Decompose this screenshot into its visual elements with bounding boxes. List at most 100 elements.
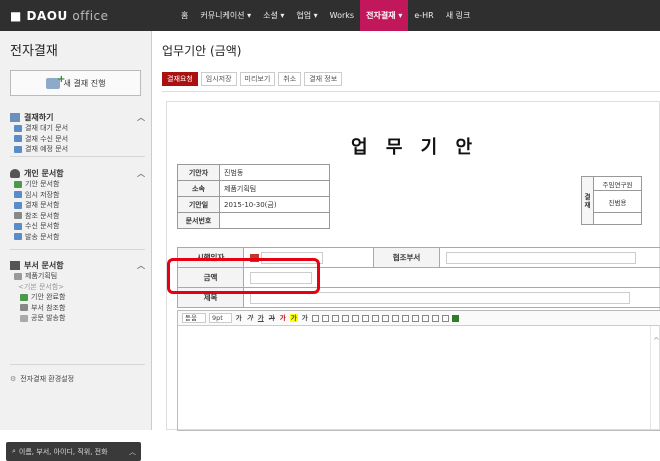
top-navigation: 홈 커뮤니케이션 ▾ 소셜 ▾ 협업 ▾ Works 전자결재 ▾ e-HR 새… [175, 0, 476, 31]
document-icon [14, 233, 22, 240]
drafter-label: 기안자 [178, 165, 220, 181]
chevron-up-icon[interactable]: ︿ [137, 260, 145, 271]
outdent-icon[interactable] [382, 315, 389, 322]
doc-number-value [220, 213, 330, 229]
topnav-home[interactable]: 홈 [175, 0, 194, 31]
topnav-approval[interactable]: 전자결재 ▾ [360, 0, 408, 31]
sidebar-item[interactable]: 부서 참조함 [10, 303, 145, 314]
sidebar-item[interactable]: 기안 완료함 [10, 292, 145, 303]
save-draft-button[interactable]: 임시저장 [201, 72, 237, 86]
preview-button[interactable]: 미리보기 [240, 72, 276, 86]
approval-line-table: 결재주임연구원 진범용 [581, 176, 642, 225]
sidebar-item[interactable]: 참조 문서함 [10, 211, 145, 222]
topnav-ehr[interactable]: e-HR [408, 0, 439, 31]
document-icon [14, 146, 22, 153]
section-approve: 결재하기︿ 결재 대기 문서 결재 수신 문서 결재 예정 문서 [10, 111, 145, 155]
special-char-icon[interactable] [422, 315, 429, 322]
sidebar-item[interactable]: 결재 예정 문서 [10, 144, 145, 155]
main-content: 업무기안 (금액) 결재요청 임시저장 미리보기 취소 결재 정보 업 무 기 … [152, 31, 660, 430]
organization-icon [10, 261, 20, 270]
document-icon [14, 181, 22, 188]
document-icon [14, 191, 22, 198]
strikethrough-button[interactable]: 가 [268, 314, 276, 322]
drafter-info-table: 기안자진범동 소속제품기획팀 기안일2015-10-30(금) 문서번호 [177, 164, 330, 229]
sidebar-item[interactable]: 결재 대기 문서 [10, 123, 145, 134]
sidebar-item[interactable]: 결재 수신 문서 [10, 134, 145, 145]
underline-button[interactable]: 가 [257, 314, 265, 322]
person-icon [10, 169, 20, 178]
clear-format-button[interactable]: 가 [301, 314, 309, 322]
document-icon [14, 135, 22, 142]
section-approve-header[interactable]: 결재하기︿ [10, 111, 145, 123]
approval-info-button[interactable]: 결재 정보 [304, 72, 342, 86]
daou-office-logo[interactable]: ■ DAOU office [10, 9, 109, 23]
bold-button[interactable]: 가 [235, 314, 243, 322]
align-left-icon[interactable] [312, 315, 319, 322]
font-color-button[interactable]: 가 [279, 314, 287, 322]
draft-date-label: 기안일 [178, 197, 220, 213]
sidebar-title: 전자결재 [10, 40, 58, 59]
chevron-up-icon[interactable]: ︿ [129, 447, 136, 457]
document-toolbar: 결재요청 임시저장 미리보기 취소 결재 정보 [162, 72, 342, 86]
org-search-bar[interactable]: ⌕이름, 부서, 아이디, 직위, 전화︿ [6, 442, 141, 461]
sidebar-item[interactable]: 수신 문서함 [10, 221, 145, 232]
drafter-value: 진범동 [220, 165, 330, 181]
new-approval-button[interactable]: 새 결재 진행 [10, 70, 141, 96]
highlight-color-button[interactable]: 가 [290, 314, 298, 322]
image-icon[interactable] [452, 315, 459, 322]
chevron-up-icon[interactable]: ︿ [137, 112, 145, 123]
ordered-list-icon[interactable] [362, 315, 369, 322]
italic-button[interactable]: 가 [246, 314, 254, 322]
topnav-communication[interactable]: 커뮤니케이션 ▾ [194, 0, 257, 31]
font-family-select[interactable]: 돋움 [182, 313, 206, 323]
approval-side-label: 결재 [582, 177, 594, 225]
approver-role: 주임연구원 [594, 177, 642, 191]
editor-scrollbar[interactable] [650, 326, 660, 430]
section-personal-header[interactable]: 개인 문서함︿ [10, 167, 145, 179]
indent-icon[interactable] [392, 315, 399, 322]
cancel-button[interactable]: 취소 [278, 72, 301, 86]
approver-name[interactable]: 진범용 [594, 191, 642, 213]
topnav-social[interactable]: 소셜 ▾ [257, 0, 290, 31]
sidebar-item[interactable]: 발송 문서함 [10, 232, 145, 243]
align-justify-icon[interactable] [342, 315, 349, 322]
document-icon [14, 223, 22, 230]
search-icon[interactable] [442, 315, 449, 322]
unordered-list-icon[interactable] [372, 315, 379, 322]
document-icon [20, 315, 28, 322]
align-center-icon[interactable] [322, 315, 329, 322]
sidebar-dept[interactable]: 제품기획팀 [10, 271, 145, 282]
editor-toolbar: 돋움 9pt 가 가 가 가 가 가 가 [178, 311, 660, 326]
quote-icon[interactable] [402, 315, 409, 322]
divider [10, 156, 145, 157]
sidebar-item[interactable]: 기안 문서함 [10, 179, 145, 190]
section-department: 부서 문서함︿ 제품기획팀 <기본 문서함> 기안 완료함 부서 참조함 공문 … [10, 259, 145, 324]
coop-dept-input[interactable] [446, 252, 636, 264]
table-icon[interactable] [432, 315, 439, 322]
document-icon [20, 294, 28, 301]
request-approval-button[interactable]: 결재요청 [162, 72, 198, 86]
sidebar-item[interactable]: 결재 문서함 [10, 200, 145, 211]
sidebar-item[interactable]: 임시 저장함 [10, 190, 145, 201]
coop-dept-cell [440, 248, 660, 268]
chevron-up-icon[interactable]: ︿ [137, 168, 145, 179]
topnav-works[interactable]: Works [324, 0, 360, 31]
gear-icon: ⚙ [10, 375, 16, 383]
section-department-header[interactable]: 부서 문서함︿ [10, 259, 145, 271]
font-size-select[interactable]: 9pt [209, 313, 232, 323]
topnav-collaboration[interactable]: 협업 ▾ [290, 0, 323, 31]
new-document-icon [46, 78, 60, 89]
document-title: 업 무 기 안 [351, 133, 478, 159]
align-right-icon[interactable] [332, 315, 339, 322]
document-icon [20, 304, 28, 311]
document-icon [14, 202, 22, 209]
link-icon[interactable] [412, 315, 419, 322]
topnav-new-link[interactable]: 새 링크 [440, 0, 477, 31]
divider [10, 364, 145, 365]
line-height-icon[interactable] [352, 315, 359, 322]
approval-settings-link[interactable]: ⚙전자결재 환경설정 [10, 374, 74, 384]
page-title: 업무기안 (금액) [162, 42, 241, 59]
coop-dept-label: 협조부서 [374, 248, 440, 268]
sidebar-item[interactable]: 공문 발송함 [10, 313, 145, 324]
rich-text-editor[interactable]: 돋움 9pt 가 가 가 가 가 가 가 [177, 310, 660, 431]
